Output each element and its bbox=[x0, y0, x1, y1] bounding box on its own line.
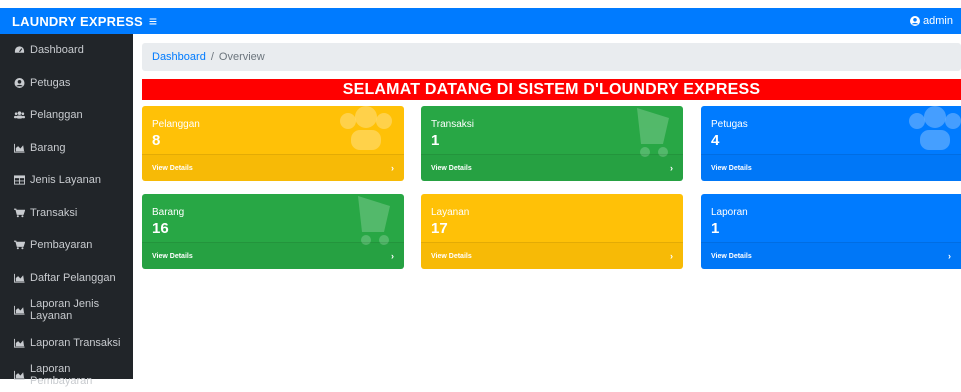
user-circle-icon bbox=[14, 77, 25, 88]
breadcrumb-current: Overview bbox=[218, 51, 265, 63]
sidebar-item-pembayaran[interactable]: Pembayaran bbox=[0, 229, 133, 262]
view-details-link[interactable]: View Details bbox=[711, 165, 752, 172]
view-details-link[interactable]: View Details bbox=[152, 165, 193, 172]
card-footer-link[interactable]: View Details › bbox=[142, 154, 404, 181]
breadcrumb-home-link[interactable]: Dashboard bbox=[152, 51, 206, 63]
top-strip bbox=[0, 0, 961, 8]
sidebar-item-pelanggan[interactable]: Pelanggan bbox=[0, 99, 133, 132]
card-petugas: Petugas 4 View Details bbox=[701, 106, 961, 181]
card-layanan: Layanan 17 View Details › bbox=[421, 194, 683, 269]
sidebar-item-label: Laporan Pembayaran bbox=[30, 363, 93, 388]
chart-icon bbox=[14, 306, 25, 315]
sidebar-item-transaksi[interactable]: Transaksi bbox=[0, 197, 133, 230]
card-body: Barang 16 bbox=[142, 194, 404, 242]
dashboard-icon bbox=[14, 46, 25, 53]
card-barang: Barang 16 View Details › bbox=[142, 194, 404, 269]
user-name[interactable]: admin bbox=[923, 15, 953, 27]
card-body: Layanan 17 bbox=[421, 194, 683, 242]
card-value: 4 bbox=[711, 132, 720, 149]
card-body: Pelanggan 8 bbox=[142, 106, 404, 154]
chevron-right-icon: › bbox=[391, 163, 394, 173]
card-label: Petugas bbox=[711, 119, 748, 130]
sidebar-item-laporan-transaksi[interactable]: Laporan Transaksi bbox=[0, 327, 133, 360]
card-footer-link[interactable]: View Details bbox=[701, 154, 961, 181]
sidebar-item-label: Daftar Pelanggan bbox=[30, 271, 116, 284]
sidebar-item-label: Laporan Transaksi bbox=[30, 336, 121, 349]
sidebar-item-dashboard[interactable]: Dashboard bbox=[0, 34, 133, 67]
card-label: Layanan bbox=[431, 207, 470, 218]
card-body: Transaksi 1 bbox=[421, 106, 683, 154]
brand[interactable]: LAUNDRY EXPRESS ≡ bbox=[12, 14, 157, 29]
breadcrumb: Dashboard / Overview bbox=[142, 43, 961, 71]
table-icon bbox=[14, 175, 25, 185]
view-details-link[interactable]: View Details bbox=[431, 253, 472, 260]
view-details-link[interactable]: View Details bbox=[152, 253, 193, 260]
breadcrumb-separator: / bbox=[210, 51, 214, 63]
sidebar-item-laporan-pembayaran[interactable]: Laporan Pembayaran bbox=[0, 359, 133, 392]
card-pelanggan: Pelanggan 8 View Details › bbox=[142, 106, 404, 181]
user-menu[interactable]: admin bbox=[910, 15, 953, 27]
sidebar-item-label: Petugas bbox=[30, 76, 71, 89]
card-label: Barang bbox=[152, 207, 185, 218]
chart-icon bbox=[14, 143, 25, 153]
chevron-right-icon: › bbox=[391, 251, 394, 261]
bars-icon[interactable]: ≡ bbox=[149, 14, 157, 28]
chevron-right-icon: › bbox=[670, 163, 673, 173]
welcome-banner: SELAMAT DATANG DI SISTEM D'LOUNDRY EXPRE… bbox=[142, 79, 961, 100]
sidebar-item-jenis-layanan[interactable]: Jenis Layanan bbox=[0, 164, 133, 197]
card-footer-link[interactable]: View Details › bbox=[421, 242, 683, 269]
card-laporan: Laporan 1 View Details › bbox=[701, 194, 961, 269]
top-navbar: LAUNDRY EXPRESS ≡ admin bbox=[0, 8, 961, 34]
sidebar-item-laporan-jenis-layanan[interactable]: Laporan Jenis Layanan bbox=[0, 294, 133, 327]
user-circle-icon bbox=[910, 16, 921, 26]
card-transaksi: Transaksi 1 View Details › bbox=[421, 106, 683, 181]
card-footer-link[interactable]: View Details › bbox=[421, 154, 683, 181]
sidebar-item-label: Pembayaran bbox=[30, 239, 93, 252]
users-icon bbox=[14, 111, 25, 119]
card-value: 16 bbox=[152, 220, 169, 237]
card-value: 17 bbox=[431, 220, 448, 237]
sidebar-item-label: Jenis Layanan bbox=[30, 174, 101, 187]
sidebar-item-daftar-pelanggan[interactable]: Daftar Pelanggan bbox=[0, 262, 133, 295]
view-details-link[interactable]: View Details bbox=[431, 165, 472, 172]
sidebar: Dashboard Petugas Pelanggan Barang Jenis… bbox=[0, 34, 133, 387]
sidebar-item-label: Barang bbox=[30, 141, 66, 154]
card-label: Laporan bbox=[711, 207, 748, 218]
chevron-right-icon: › bbox=[948, 251, 951, 261]
brand-title[interactable]: LAUNDRY EXPRESS bbox=[12, 14, 143, 29]
chevron-right-icon: › bbox=[670, 251, 673, 261]
card-body: Petugas 4 bbox=[701, 106, 961, 154]
card-value: 1 bbox=[711, 220, 720, 237]
sidebar-item-petugas[interactable]: Petugas bbox=[0, 67, 133, 100]
view-details-link[interactable]: View Details bbox=[711, 253, 752, 260]
chart-icon bbox=[14, 338, 25, 348]
card-footer-link[interactable]: View Details › bbox=[701, 242, 961, 269]
chart-icon bbox=[14, 273, 25, 283]
card-label: Transaksi bbox=[431, 119, 474, 130]
sidebar-item-label: Dashboard bbox=[30, 44, 84, 57]
sidebar-item-label: Laporan Jenis Layanan bbox=[30, 298, 100, 323]
card-footer-link[interactable]: View Details › bbox=[142, 242, 404, 269]
cart-icon bbox=[14, 240, 25, 250]
card-value: 8 bbox=[152, 132, 161, 149]
sidebar-item-barang[interactable]: Barang bbox=[0, 132, 133, 165]
sidebar-item-label: Transaksi bbox=[30, 206, 78, 219]
sidebar-item-label: Pelanggan bbox=[30, 109, 83, 122]
card-label: Pelanggan bbox=[152, 119, 200, 130]
cart-icon bbox=[14, 208, 25, 218]
card-body: Laporan 1 bbox=[701, 194, 961, 242]
card-value: 1 bbox=[431, 132, 440, 149]
